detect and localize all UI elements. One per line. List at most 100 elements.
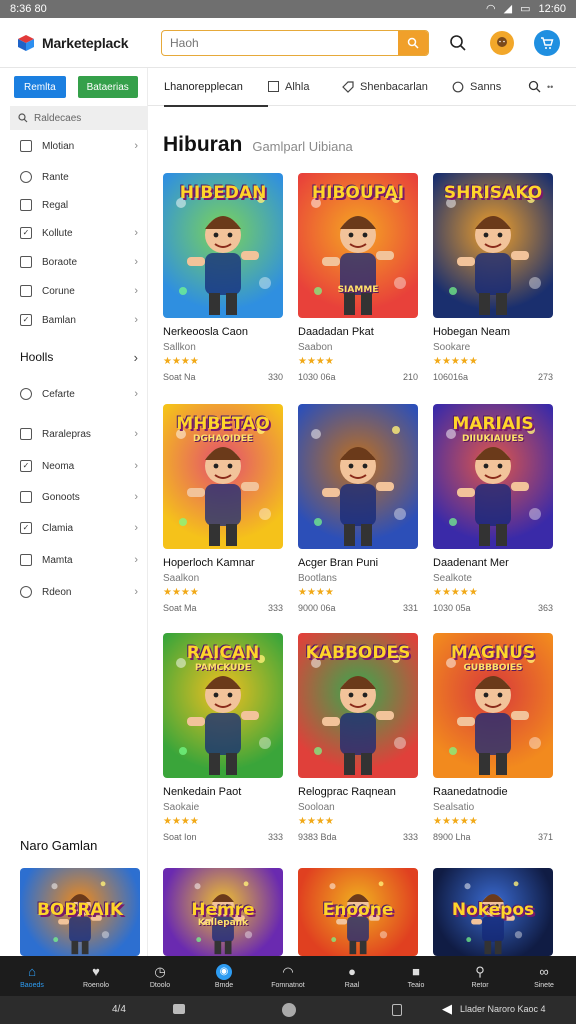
game-size: 210 <box>402 372 418 382</box>
bottom-nav-item[interactable]: ◉ Bmde <box>192 963 256 989</box>
sidebar-item[interactable]: Regal <box>20 196 138 214</box>
game-publisher: Sealkote <box>433 573 472 584</box>
sidebar-item[interactable]: Hoolls › <box>20 348 138 366</box>
game-cover-image[interactable]: HIBEDAN <box>163 173 283 318</box>
status-icons: ◠ ◢ ▭ 12:60 <box>486 0 566 18</box>
sidebar-item[interactable]: Rante <box>20 168 138 186</box>
rating-stars-icon: ★★★★ <box>163 356 199 367</box>
sidebar-item-label: Bamlan <box>42 314 76 326</box>
bottom-nav-item[interactable]: ⚲ Retor <box>448 964 512 989</box>
tab-search-button[interactable]: •• <box>528 68 562 106</box>
game-size: 333 <box>267 832 283 842</box>
game-card[interactable]: Acger Bran Puni Bootlans ★★★★ 9000 06a 331 <box>298 404 418 613</box>
sidebar-secondary-button[interactable]: Bataerias <box>77 76 138 98</box>
sidebar-primary-button[interactable]: Remlta <box>14 76 66 98</box>
game-cover-image[interactable]: KABBODES <box>298 633 418 778</box>
game-card[interactable]: RAICAN PAMCKUDE Nenkedain Paot Saokaie ★★★★ S… <box>163 633 283 842</box>
bottom-nav-item[interactable]: ⌂ Baoeds <box>0 964 64 989</box>
game-card[interactable]: Nokepos <box>433 868 553 956</box>
section-more-title: Naro Gamlan <box>20 838 98 853</box>
bottom-nav-item[interactable]: ♥ Roenolo <box>64 964 128 989</box>
tab-lhanorepplecan[interactable]: Lhanorepplecan <box>164 68 268 107</box>
tag-icon <box>342 80 354 93</box>
game-logo-text: MHBETAO <box>176 414 270 434</box>
sidebar-item-label: Regal <box>42 199 69 211</box>
sidebar-search[interactable]: Raldecaes <box>10 106 148 130</box>
game-card[interactable]: MHBETAO DGHAOIDEE Hoperloch Kamnar Saalkon ★… <box>163 404 283 613</box>
game-title: Hobegan Neam <box>433 326 511 338</box>
game-card[interactable]: Enoone <box>298 868 418 956</box>
tab-sanns[interactable]: Sanns <box>452 68 528 106</box>
game-card[interactable]: MAGNUS GUBBBOIES Raanedatnodie Sealsatio ★★★… <box>433 633 553 842</box>
sidebar-item[interactable]: Mlotian › <box>20 137 138 155</box>
triangle-back-icon[interactable]: ◀ <box>442 1001 452 1017</box>
sidebar-item[interactable]: Gonoots › <box>20 488 138 506</box>
sidebar-item-label: Clamia <box>42 522 74 534</box>
sidebar-item[interactable]: ✓ Neoma › <box>20 457 138 475</box>
status-bar: 8:36 80 ◠ ◢ ▭ 12:60 <box>0 0 576 18</box>
game-card[interactable]: HIBEDAN Nerkeoosla Caon Sallkon ★★★★ Soat Na… <box>163 173 283 382</box>
page-subtitle: Gamlparl Uibiana <box>252 139 353 154</box>
bottom-nav-item[interactable]: ■ Teaio <box>384 964 448 989</box>
recents-icon[interactable] <box>392 1004 402 1016</box>
sidebar-item[interactable]: Raralepras › <box>20 425 138 443</box>
bottom-nav-label: Raal <box>344 981 360 989</box>
game-card[interactable]: BOBRAIK <box>20 868 140 956</box>
game-cover-image[interactable]: Hemre Kallepank <box>163 868 283 956</box>
sidebar-item-label: Rante <box>42 171 69 183</box>
game-downloads: 9000 06a <box>298 603 336 613</box>
game-cover-image[interactable]: BOBRAIK <box>20 868 140 956</box>
sidebar-item[interactable]: Corune › <box>20 282 138 300</box>
user-avatar[interactable] <box>490 30 514 55</box>
page-title: Hiburan <box>163 133 243 156</box>
game-card[interactable]: MARIAIS DIIUKIAIUES Daadenant Mer Sealkote ★… <box>433 404 553 613</box>
game-cover-image[interactable]: MARIAIS DIIUKIAIUES <box>433 404 553 549</box>
header-actions <box>446 29 560 56</box>
header-search-button[interactable] <box>446 31 470 55</box>
game-cover-image[interactable]: MHBETAO DGHAOIDEE <box>163 404 283 549</box>
game-card[interactable]: Hemre Kallepank <box>163 868 283 956</box>
sidebar-item[interactable]: ✓ Bamlan › <box>20 311 138 329</box>
game-card[interactable]: SHRISAKO Hobegan Neam Sookare ★★★★★ 106016a 2… <box>433 173 553 382</box>
search-input[interactable] <box>162 30 398 55</box>
chevron-right-icon: › <box>134 586 138 598</box>
game-publisher: Saabon <box>298 342 333 353</box>
circle-icon <box>20 586 32 598</box>
back-icon[interactable] <box>173 1004 185 1014</box>
game-cover-image[interactable]: SHRISAKO <box>433 173 553 318</box>
sidebar-item-label: Gonoots <box>42 491 80 503</box>
game-card[interactable]: HIBOUPAI SIAMME Daadadan Pkat Saabon ★★★★ 103… <box>298 173 418 382</box>
tab-shenbacarlan[interactable]: Shenbacarlan <box>342 68 452 106</box>
sidebar-item[interactable]: Cefarte › <box>20 385 138 403</box>
sidebar-buttons: Remlta Bataerias <box>0 68 147 106</box>
game-cover-image[interactable]: Nokepos <box>433 868 553 956</box>
bottom-nav-item[interactable]: ◷ Dtoolo <box>128 964 192 989</box>
system-nav-bar: 4/4 ◀ Llader Naroro Kaoc 4 <box>0 996 576 1024</box>
bottom-nav-item[interactable]: ∞ Sinete <box>512 964 576 989</box>
game-cover-image[interactable]: RAICAN PAMCKUDE <box>163 633 283 778</box>
sidebar-item[interactable]: Mamta › <box>20 551 138 569</box>
bottom-nav-label: Roenolo <box>82 981 110 989</box>
game-title: Relogprac Raqnean <box>298 786 396 798</box>
search-submit-button[interactable] <box>398 30 428 55</box>
bottom-nav-item[interactable]: ◠ Fomnatnot <box>256 964 320 989</box>
game-cover-image[interactable]: Enoone <box>298 868 418 956</box>
home-icon: ⌂ <box>28 964 36 979</box>
game-cover-image[interactable]: MAGNUS GUBBBOIES <box>433 633 553 778</box>
game-cover-image[interactable]: HIBOUPAI SIAMME <box>298 173 418 318</box>
tab-alhla[interactable]: Alhla <box>268 68 342 106</box>
cart-button[interactable] <box>534 29 560 56</box>
home-circle-icon[interactable] <box>282 1003 296 1017</box>
game-title: Daadenant Mer <box>433 557 509 569</box>
chevron-right-icon: › <box>134 460 138 472</box>
app-logo[interactable]: Marketeplack <box>16 33 161 53</box>
rating-stars-icon: ★★★★★ <box>433 816 478 827</box>
search-icon <box>407 37 419 49</box>
bottom-nav-item[interactable]: ● Raal <box>320 964 384 989</box>
sidebar-item[interactable]: Rdeon › <box>20 583 138 601</box>
sidebar-item[interactable]: Boraote › <box>20 253 138 271</box>
sidebar-item[interactable]: ✓ Kollute › <box>20 224 138 242</box>
game-cover-image[interactable] <box>298 404 418 549</box>
game-card[interactable]: KABBODES Relogprac Raqnean Sooloan ★★★★ 9383… <box>298 633 418 842</box>
sidebar-item[interactable]: ✓ Clamia › <box>20 519 138 537</box>
